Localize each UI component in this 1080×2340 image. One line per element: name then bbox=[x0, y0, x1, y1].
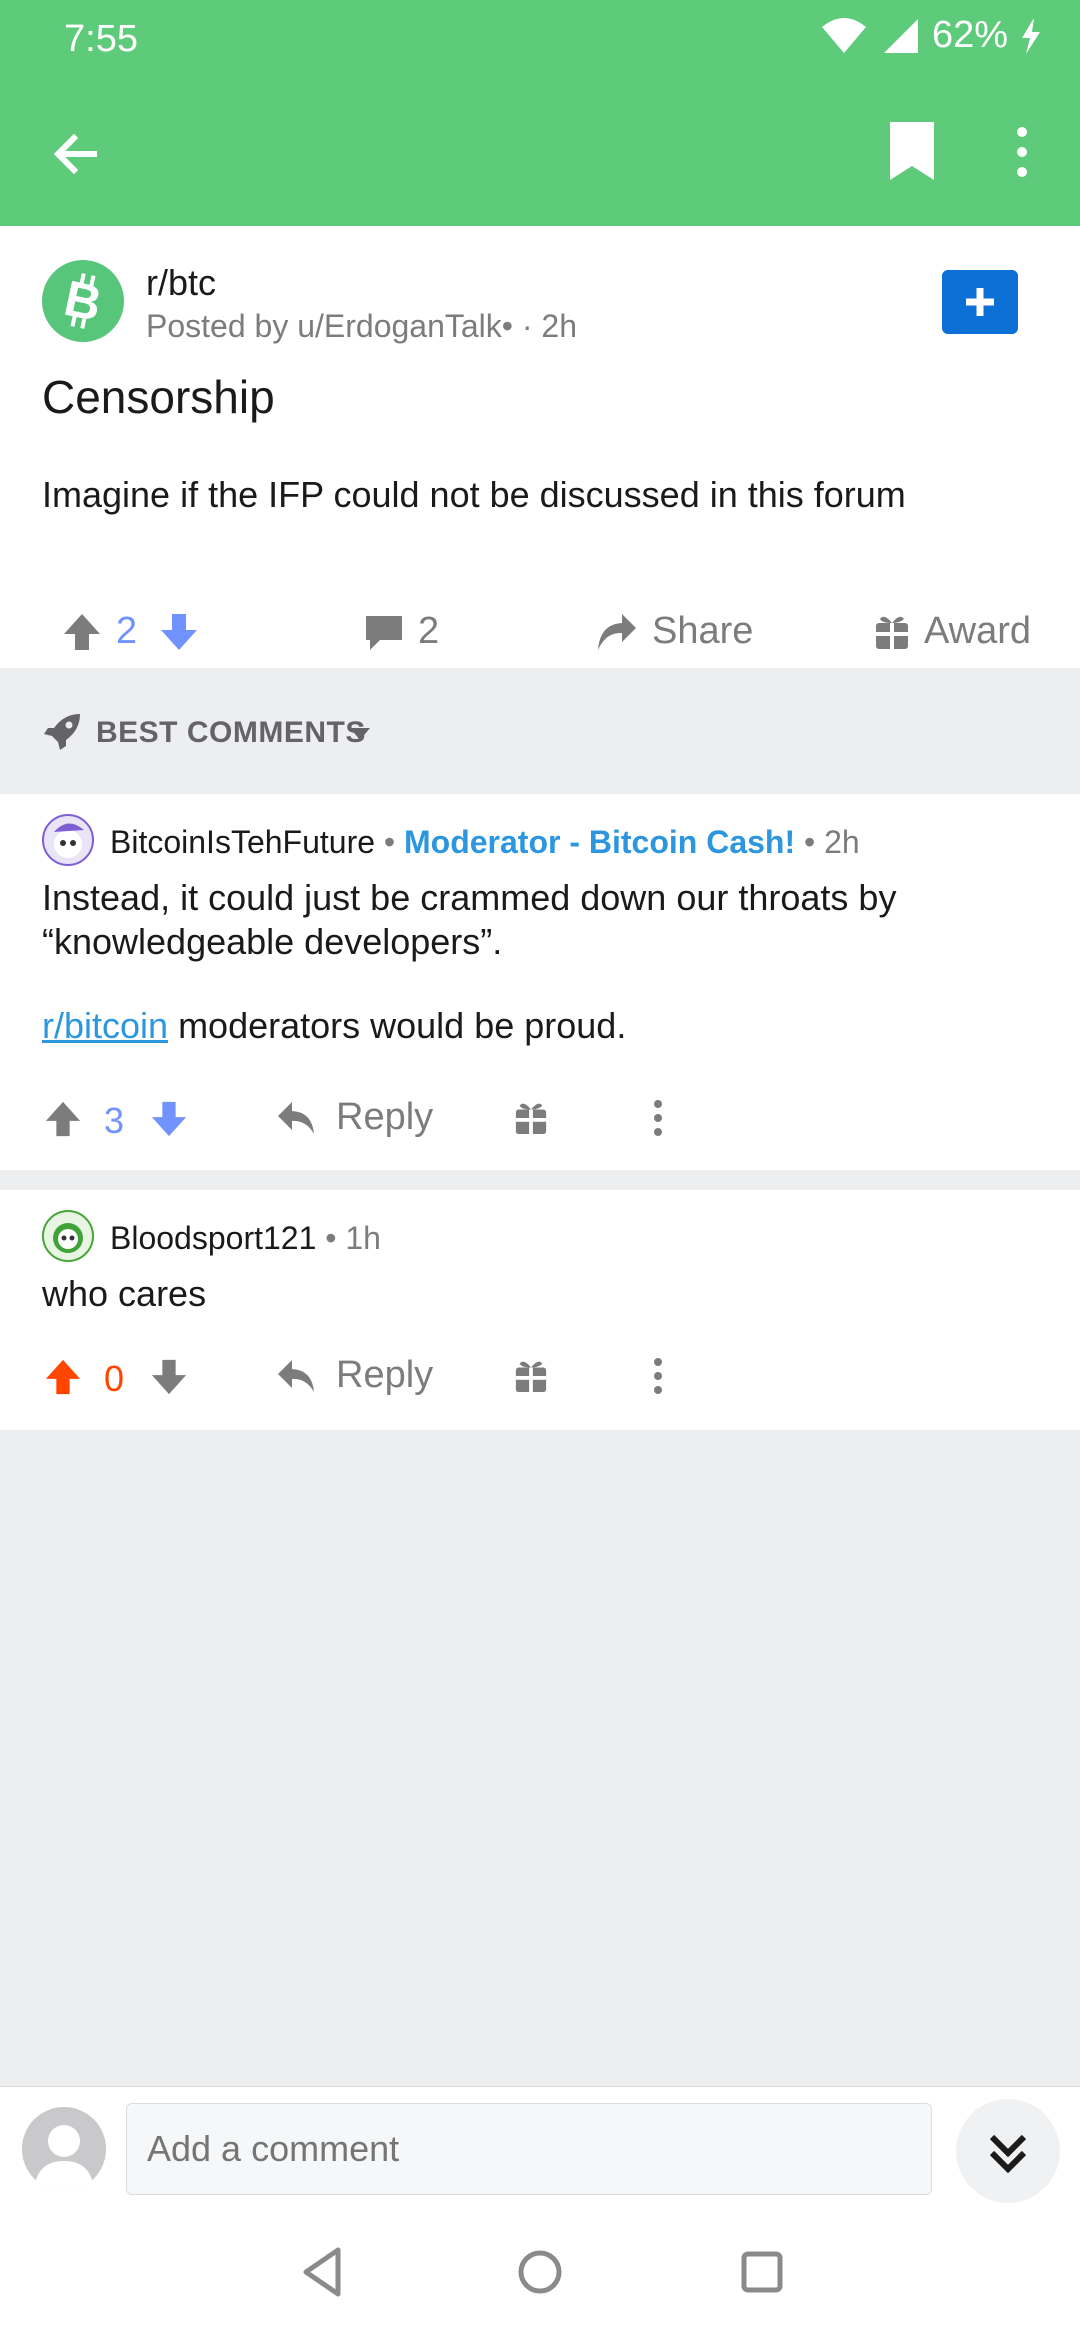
sort-label: BEST COMMENTS bbox=[96, 716, 366, 749]
back-arrow-icon[interactable] bbox=[44, 122, 108, 186]
downvote-icon[interactable] bbox=[159, 612, 199, 652]
user-silhouette-icon bbox=[34, 2125, 94, 2191]
nav-back-icon[interactable] bbox=[294, 2242, 354, 2302]
downvote-icon[interactable] bbox=[150, 1358, 188, 1396]
system-nav-bar bbox=[0, 2210, 1080, 2340]
double-chevron-down-icon bbox=[989, 2134, 1027, 2174]
comment-age: 1h bbox=[345, 1220, 381, 1256]
status-time: 7:55 bbox=[64, 18, 138, 60]
wifi-icon bbox=[821, 17, 866, 53]
comment-icon bbox=[366, 615, 402, 650]
nav-home-icon[interactable] bbox=[510, 2242, 570, 2302]
reply-label: Reply bbox=[336, 1354, 434, 1396]
share-button[interactable]: Share bbox=[596, 610, 753, 653]
share-label: Share bbox=[652, 610, 754, 652]
commenter-avatar[interactable] bbox=[42, 1210, 94, 1262]
more-vertical-icon[interactable] bbox=[646, 1354, 670, 1398]
upvote-icon[interactable] bbox=[62, 612, 102, 652]
subreddit-avatar[interactable]: B bbox=[42, 260, 124, 342]
reply-button[interactable]: Reply bbox=[276, 1096, 433, 1139]
more-vertical-icon[interactable] bbox=[646, 1096, 670, 1140]
comment-actions: 3 Reply bbox=[0, 1086, 1080, 1166]
commenter-avatar[interactable] bbox=[42, 814, 94, 866]
signal-icon bbox=[883, 18, 918, 53]
subreddit-name[interactable]: r/btc bbox=[146, 262, 216, 304]
caret-down-icon bbox=[350, 728, 370, 740]
reply-icon bbox=[278, 1101, 314, 1134]
snoo-avatar-icon bbox=[54, 823, 84, 858]
comment-item: BitcoinIsTehFuture • Moderator - Bitcoin… bbox=[0, 794, 1080, 1170]
comment-compose-bar bbox=[0, 2086, 1080, 2211]
comment-meta: Bloodsport121 • 1h bbox=[110, 1220, 381, 1256]
charging-icon bbox=[1022, 17, 1040, 54]
status-bar: 7:55 62% bbox=[0, 0, 1080, 80]
gift-icon bbox=[876, 616, 908, 649]
jump-next-comment-button[interactable] bbox=[956, 2099, 1060, 2203]
bookmark-icon[interactable] bbox=[884, 120, 940, 184]
plus-icon bbox=[966, 288, 994, 316]
comment-author[interactable]: BitcoinIsTehFuture bbox=[110, 824, 375, 860]
comments-button[interactable]: 2 bbox=[364, 610, 439, 653]
comment-score: 3 bbox=[104, 1100, 125, 1141]
post-actions: 2 2 Share Award bbox=[0, 582, 1080, 678]
reply-icon bbox=[278, 1359, 314, 1392]
post-title: Censorship bbox=[42, 371, 275, 423]
downvote-icon[interactable] bbox=[150, 1100, 188, 1138]
comment-body: Instead, it could just be crammed down o… bbox=[42, 876, 1042, 1048]
app-bar bbox=[0, 80, 1080, 226]
gift-icon[interactable] bbox=[514, 1358, 548, 1394]
user-avatar-icon[interactable] bbox=[22, 2107, 106, 2191]
comment-item: Bloodsport121 • 1h who cares 0 Reply bbox=[0, 1190, 1080, 1430]
add-comment-input[interactable] bbox=[126, 2103, 932, 2195]
comment-count: 2 bbox=[418, 610, 440, 652]
comment-text: Instead, it could just be crammed down o… bbox=[42, 877, 897, 962]
post-author-meta[interactable]: Posted by u/ErdoganTalk• · 2h bbox=[146, 308, 577, 345]
reply-button[interactable]: Reply bbox=[276, 1354, 433, 1397]
post-card: B r/btc Posted by u/ErdoganTalk• · 2h Ce… bbox=[0, 226, 1080, 668]
comment-body: who cares bbox=[42, 1273, 207, 1314]
reply-label: Reply bbox=[336, 1096, 434, 1138]
subreddit-link[interactable]: r/bitcoin bbox=[42, 1005, 168, 1046]
bitcoin-cash-icon: B bbox=[60, 270, 107, 332]
post-vote-group: 2 bbox=[62, 610, 199, 653]
comment-score: 0 bbox=[104, 1358, 125, 1399]
upvote-icon[interactable] bbox=[44, 1358, 82, 1396]
snoo-avatar-icon bbox=[53, 1223, 83, 1253]
battery-level: 62% bbox=[931, 14, 1008, 56]
comment-age: 2h bbox=[824, 824, 860, 860]
post-score: 2 bbox=[116, 610, 138, 652]
upvote-icon[interactable] bbox=[44, 1100, 82, 1138]
comment-actions: 0 Reply bbox=[0, 1344, 1080, 1424]
nav-recents-icon[interactable] bbox=[732, 2242, 792, 2302]
user-flair: Moderator - Bitcoin Cash! bbox=[404, 824, 796, 860]
join-button[interactable] bbox=[942, 270, 1018, 334]
comment-text-continued: moderators would be proud. bbox=[168, 1005, 627, 1046]
post-body: Imagine if the IFP could not be discusse… bbox=[42, 474, 906, 515]
award-label: Award bbox=[924, 610, 1032, 652]
more-vertical-icon[interactable] bbox=[1002, 120, 1042, 184]
award-button[interactable]: Award bbox=[874, 610, 1031, 653]
status-icons: 62% bbox=[820, 14, 1042, 57]
gift-icon[interactable] bbox=[514, 1100, 548, 1136]
comment-meta: BitcoinIsTehFuture • Moderator - Bitcoin… bbox=[110, 824, 860, 860]
comment-author[interactable]: Bloodsport121 bbox=[110, 1220, 316, 1256]
comment-sort-bar[interactable]: BEST COMMENTS bbox=[0, 668, 1080, 794]
share-icon bbox=[598, 613, 636, 650]
rocket-icon bbox=[44, 714, 80, 750]
